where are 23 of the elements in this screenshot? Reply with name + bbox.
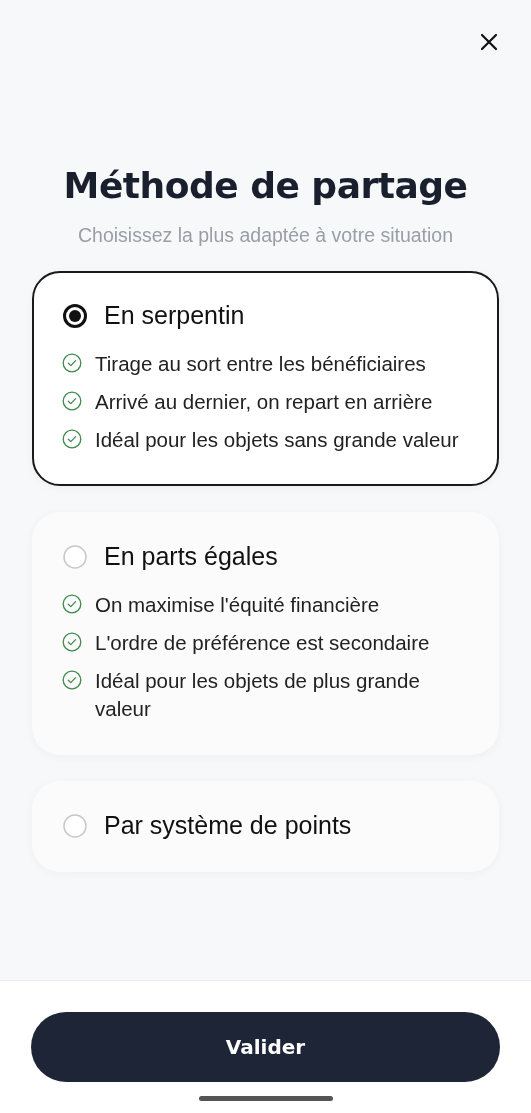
option-card[interactable]: En serpentin Tirage au sort entre les bénéficiaires Arrivé au dernier, on repart en arrière Idéal pour les objets sans grande valeur <box>32 271 499 486</box>
check-circle-icon <box>62 429 82 449</box>
feature-text: Arrivé au dernier, on repart en arrière <box>95 389 433 415</box>
feature-text: On maximise l'équité financière <box>95 592 380 618</box>
check-circle-icon <box>62 670 82 690</box>
close-icon <box>480 33 498 51</box>
option-card[interactable]: En parts égales On maximise l'équité financière L'ordre de préférence est secondaire Idéal pour les objets de plus grande valeur <box>32 512 499 755</box>
check-circle-icon <box>62 594 82 614</box>
option-title: En serpentin <box>104 301 245 330</box>
check-circle-icon <box>62 391 82 411</box>
submit-button[interactable]: Valider <box>31 1012 500 1082</box>
option-card[interactable]: Par système de points <box>32 781 499 872</box>
feature-text: Idéal pour les objets sans grande valeur <box>95 427 459 453</box>
feature-text: Tirage au sort entre les bénéficiaires <box>95 351 426 377</box>
page-title: Méthode de partage <box>62 165 469 206</box>
option-title: Par système de points <box>104 811 352 840</box>
check-circle-icon <box>62 353 82 373</box>
check-circle-icon <box>62 632 82 652</box>
page-subtitle: Choisissez la plus adaptée à votre situation <box>76 224 455 247</box>
feature-text: Idéal pour les objets de plus grande valeur <box>95 668 421 722</box>
radio-button[interactable] <box>62 302 88 329</box>
option-title: En parts égales <box>104 542 278 571</box>
feature-text: L'ordre de préférence est secondaire <box>95 630 430 656</box>
